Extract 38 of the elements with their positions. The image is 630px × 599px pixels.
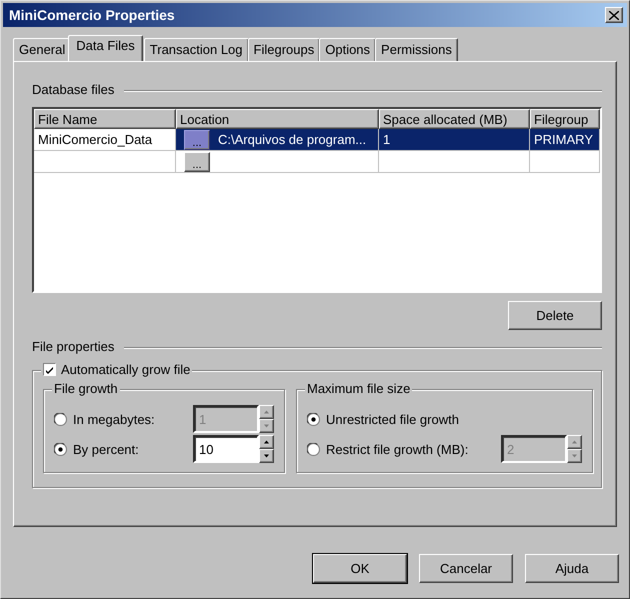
table-cell: PRIMARY (530, 129, 600, 151)
radio-label: Unrestricted file growth (326, 412, 460, 426)
column-header[interactable]: Filegroup (530, 109, 600, 129)
number-field[interactable]: 10 (193, 435, 259, 463)
radio-button[interactable] (54, 442, 67, 456)
tab[interactable]: Permissions (375, 38, 458, 61)
table-cell (530, 151, 600, 173)
location-path: C:\Arquivos de program... (218, 132, 366, 147)
tab[interactable]: Filegroups (248, 38, 320, 61)
radio-label: In megabytes: (73, 412, 156, 426)
close-button[interactable] (605, 7, 623, 23)
tab[interactable]: Options (319, 38, 376, 61)
checkbox[interactable] (43, 363, 56, 376)
column-header[interactable]: Space allocated (MB) (379, 109, 530, 129)
radio-button[interactable] (307, 442, 320, 456)
close-icon (609, 10, 619, 20)
browse-button[interactable]: ... (184, 130, 210, 150)
radio-label: By percent: (73, 442, 140, 456)
dialog-button[interactable]: OK (313, 554, 407, 583)
window-title: MiniComercio Properties (9, 7, 175, 23)
table-cell: 1 (379, 129, 530, 151)
checkbox-label: Automatically grow file (61, 362, 190, 377)
check-icon (44, 365, 55, 376)
section-heading: File properties (32, 339, 114, 354)
section-heading: Database files (32, 82, 114, 97)
dialog-button[interactable]: Cancelar (419, 554, 513, 583)
tab[interactable]: Transaction Log (144, 38, 249, 61)
column-header[interactable]: File Name (34, 109, 176, 129)
tab[interactable]: Data Files (68, 35, 143, 61)
delete-button[interactable]: Delete (508, 301, 602, 330)
browse-button[interactable]: ... (184, 152, 210, 172)
radio-button[interactable] (54, 412, 67, 426)
radio-label: Restrict file growth (MB): (326, 442, 470, 456)
radio-button[interactable] (307, 412, 320, 426)
dialog-button[interactable]: Ajuda (525, 554, 619, 583)
group-heading: Maximum file size (307, 381, 410, 396)
group-heading: File growth (54, 381, 118, 396)
column-header[interactable]: Location (176, 109, 379, 129)
